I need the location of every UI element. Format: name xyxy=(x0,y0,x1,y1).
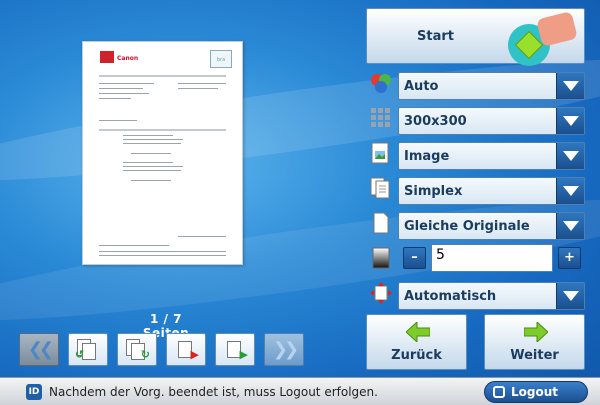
preview-line xyxy=(178,83,226,84)
status-bar: ID Nachdem der Vorg. beendet ist, muss L… xyxy=(0,377,600,405)
chevron-down-icon xyxy=(556,213,584,239)
resolution-icon xyxy=(371,108,390,127)
arrow-right-icon xyxy=(524,322,548,342)
last-page-button[interactable]: ❯❯ xyxy=(264,333,304,366)
id-badge-icon: ID xyxy=(26,384,42,400)
preview-line xyxy=(178,88,218,89)
preview-line xyxy=(99,75,226,77)
start-button[interactable]: Start xyxy=(366,8,585,66)
preview-line xyxy=(123,135,173,136)
density-input[interactable]: 5 xyxy=(431,244,553,272)
page-insert-icon: ▶ xyxy=(222,339,248,361)
chevron-down-icon xyxy=(556,73,584,99)
insert-page-button[interactable]: ▶ xyxy=(215,333,255,366)
density-minus-button[interactable]: – xyxy=(403,247,426,269)
preview-line xyxy=(99,88,143,89)
page-rotate-right-icon: ↻ xyxy=(124,338,150,361)
sides-value: Simplex xyxy=(404,184,463,199)
first-page-button[interactable]: ❮❮ xyxy=(19,333,59,366)
preview-line xyxy=(178,236,226,237)
chevron-down-icon xyxy=(556,178,584,204)
next-label: Weiter xyxy=(510,348,559,363)
density-icon xyxy=(372,247,390,269)
logout-button[interactable]: Logout xyxy=(484,381,588,403)
page-rotate-left-icon: ↺ xyxy=(75,338,101,361)
resolution-value: 300x300 xyxy=(404,114,467,129)
preview-line xyxy=(123,166,183,167)
canon-logo-text: Canon xyxy=(117,55,139,62)
preview-line xyxy=(99,98,131,99)
stop-icon xyxy=(536,11,578,47)
preview-line xyxy=(99,83,154,84)
rotate-right-button[interactable]: ↻ xyxy=(117,333,157,366)
preview-line xyxy=(99,120,137,121)
preview-line xyxy=(123,170,181,171)
preview-line xyxy=(123,143,181,144)
image-type-icon xyxy=(371,142,389,164)
color-mode-icon xyxy=(371,74,391,93)
preview-line xyxy=(131,180,171,181)
preview-line xyxy=(99,245,169,246)
page-delete-icon: ▶ xyxy=(173,339,199,361)
document-type-select[interactable]: Image xyxy=(398,142,585,170)
arrow-left-icon xyxy=(406,322,430,342)
original-size-select[interactable]: Gleiche Originale xyxy=(398,212,585,240)
preview-line xyxy=(131,153,171,154)
double-chevron-right-icon: ❯❯ xyxy=(272,339,299,360)
preview-line xyxy=(123,162,173,163)
orientation-value: Automatisch xyxy=(404,289,497,304)
preview-line xyxy=(99,251,226,252)
preview-line xyxy=(99,93,149,94)
chevron-down-icon xyxy=(556,108,584,134)
preview-line xyxy=(99,255,226,256)
orientation-icon xyxy=(370,282,392,304)
logout-label: Logout xyxy=(511,385,559,399)
preview-line xyxy=(99,129,226,131)
color-mode-select[interactable]: Auto xyxy=(398,72,585,100)
chevron-down-icon xyxy=(556,283,584,309)
color-mode-value: Auto xyxy=(404,79,439,94)
resolution-select[interactable]: 300x300 xyxy=(398,107,585,135)
stamp-icon: bra xyxy=(210,50,232,68)
orientation-select[interactable]: Automatisch xyxy=(398,282,585,310)
original-size-icon xyxy=(373,212,389,234)
rotate-left-button[interactable]: ↺ xyxy=(68,333,108,366)
document-type-value: Image xyxy=(404,149,450,164)
double-chevron-left-icon: ❮❮ xyxy=(27,339,54,360)
density-plus-button[interactable]: + xyxy=(558,247,581,269)
simplex-icon xyxy=(370,177,390,199)
logout-icon xyxy=(493,386,505,398)
back-label: Zurück xyxy=(391,348,442,363)
document-preview: Canon bra xyxy=(82,41,243,265)
canon-logo-icon xyxy=(100,51,114,63)
chevron-down-icon xyxy=(556,143,584,169)
status-message: Nachdem der Vorg. beendet ist, muss Logo… xyxy=(49,385,378,399)
delete-page-button[interactable]: ▶ xyxy=(166,333,206,366)
start-label: Start xyxy=(417,29,454,44)
sides-select[interactable]: Simplex xyxy=(398,177,585,205)
preview-line xyxy=(123,139,183,140)
original-size-value: Gleiche Originale xyxy=(404,219,530,234)
next-button[interactable]: Weiter xyxy=(484,314,585,370)
back-button[interactable]: Zurück xyxy=(366,314,467,370)
